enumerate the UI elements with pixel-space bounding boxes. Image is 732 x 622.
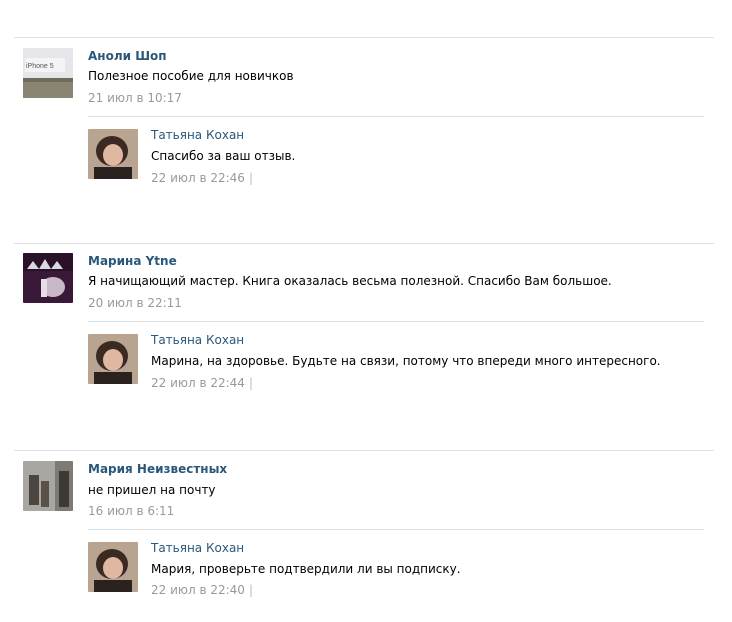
comment-author[interactable]: Аноли Шоп: [88, 49, 167, 63]
avatar[interactable]: [23, 253, 73, 303]
comment-date[interactable]: 20 июл в 22:11: [88, 296, 182, 310]
reply-date-wrap: 22 июл в 22:46 |: [151, 171, 253, 185]
reply-avatar[interactable]: [88, 542, 138, 592]
comment-date[interactable]: 21 июл в 10:17: [88, 91, 182, 105]
comment-text: Я начищающий мастер. Книга оказалась вес…: [88, 274, 612, 288]
reply-author[interactable]: Татьяна Кохан: [151, 333, 244, 347]
comment-text: не пришел на почту: [88, 483, 216, 497]
avatar-image: [23, 253, 73, 303]
reply-author[interactable]: Татьяна Кохан: [151, 541, 244, 555]
reply-author[interactable]: Татьяна Кохан: [151, 128, 244, 142]
comment-separator: [14, 243, 714, 244]
reply-date[interactable]: 22 июл в 22:40: [151, 583, 245, 597]
reply-avatar-image: [88, 129, 138, 179]
reply-date-wrap: 22 июл в 22:44 |: [151, 376, 253, 390]
comment-author[interactable]: Марина Ytne: [88, 254, 177, 268]
reply-avatar-image: [88, 334, 138, 384]
reply-separator: [88, 116, 704, 117]
reply-avatar-image: [88, 542, 138, 592]
avatar-image: [23, 461, 73, 511]
reply-text: Марина, на здоровье. Будьте на связи, по…: [151, 354, 661, 368]
reply-avatar[interactable]: [88, 334, 138, 384]
reply-actions-separator: |: [248, 171, 253, 185]
comment-separator: [14, 37, 714, 38]
comment-author[interactable]: Мария Неизвестных: [88, 462, 227, 476]
comment-separator: [14, 450, 714, 451]
reply-separator: [88, 529, 704, 530]
avatar-image: iPhone 5: [23, 48, 73, 98]
reply-date[interactable]: 22 июл в 22:44: [151, 376, 245, 390]
reply-actions-separator: |: [248, 583, 253, 597]
avatar-caption: iPhone 5: [26, 63, 54, 70]
reply-avatar[interactable]: [88, 129, 138, 179]
avatar[interactable]: [23, 461, 73, 511]
reply-text: Спасибо за ваш отзыв.: [151, 149, 296, 163]
reply-separator: [88, 321, 704, 322]
avatar[interactable]: iPhone 5: [23, 48, 73, 98]
reply-actions-separator: |: [248, 376, 253, 390]
comment-date[interactable]: 16 июл в 6:11: [88, 504, 174, 518]
comment-text: Полезное пособие для новичков: [88, 69, 294, 83]
reply-date-wrap: 22 июл в 22:40 |: [151, 583, 253, 597]
reply-date[interactable]: 22 июл в 22:46: [151, 171, 245, 185]
reply-text: Мария, проверьте подтвердили ли вы подпи…: [151, 562, 461, 576]
